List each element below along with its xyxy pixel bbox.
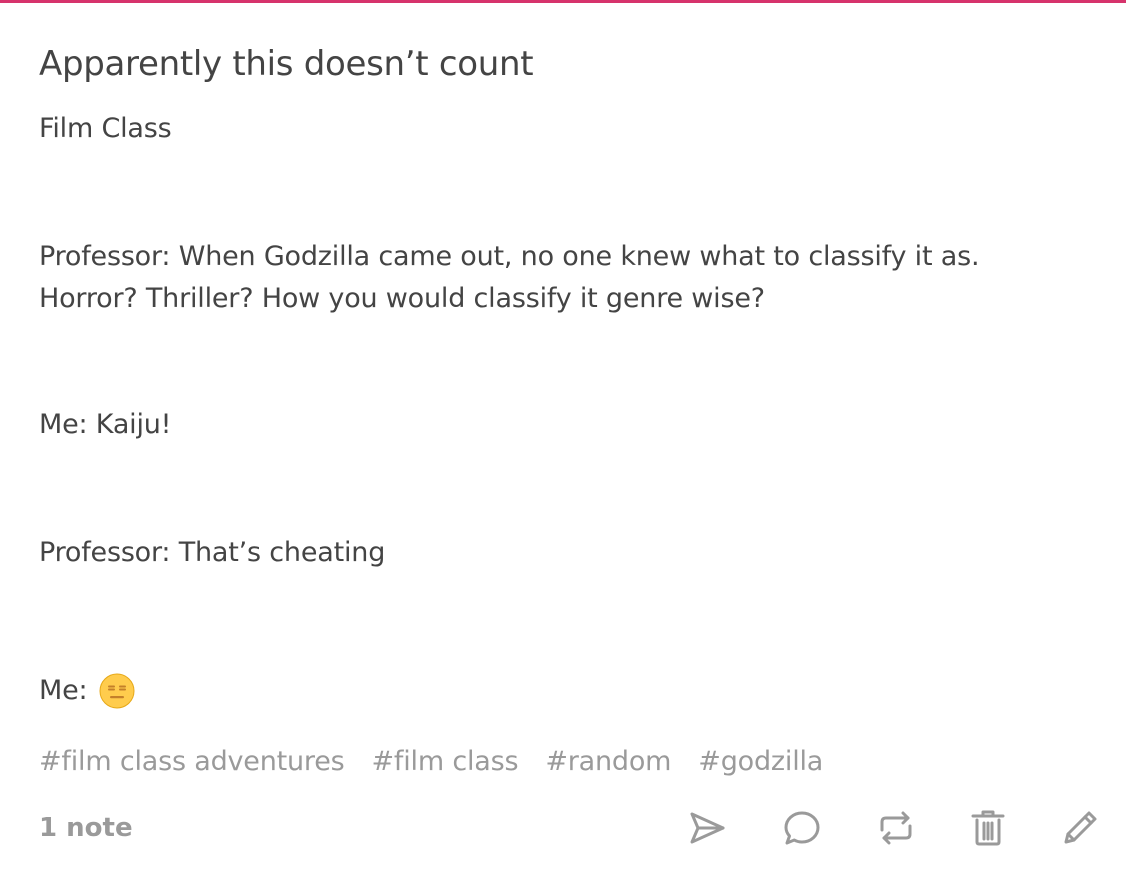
delete-icon	[971, 810, 1005, 846]
tag-list: #film class adventures #film class #rand…	[39, 742, 823, 782]
send-icon	[690, 812, 725, 844]
post-paragraph: Professor: That’s cheating	[39, 537, 386, 568]
top-accent-bar	[0, 0, 1126, 3]
expressionless-face-emoji-icon	[99, 673, 135, 709]
reply-icon	[784, 811, 820, 845]
post-line: Professor: When Godzilla came out, no on…	[39, 241, 980, 272]
share-button[interactable]	[683, 804, 731, 852]
post-paragraph: Me:	[39, 670, 135, 712]
post-line: Horror? Thriller? How you would classify…	[39, 283, 765, 314]
edit-icon	[1064, 811, 1097, 844]
post-paragraph: Professor: When Godzilla came out, no on…	[39, 236, 980, 320]
tag-link[interactable]: #godzilla	[698, 742, 823, 782]
post-title: Apparently this doesn’t count	[39, 44, 534, 84]
delete-button[interactable]	[964, 804, 1012, 852]
reply-button[interactable]	[778, 804, 826, 852]
tag-link[interactable]: #random	[545, 742, 671, 782]
post-line: Me:	[39, 675, 88, 706]
tag-link[interactable]: #film class adventures	[39, 742, 345, 782]
edit-button[interactable]	[1056, 804, 1104, 852]
reblog-icon	[880, 811, 912, 845]
post-paragraph: Film Class	[39, 113, 172, 144]
post-actions-bar	[0, 804, 1126, 852]
reblog-button[interactable]	[872, 804, 920, 852]
tag-link[interactable]: #film class	[372, 742, 519, 782]
post-paragraph: Me: Kaiju!	[39, 409, 172, 440]
